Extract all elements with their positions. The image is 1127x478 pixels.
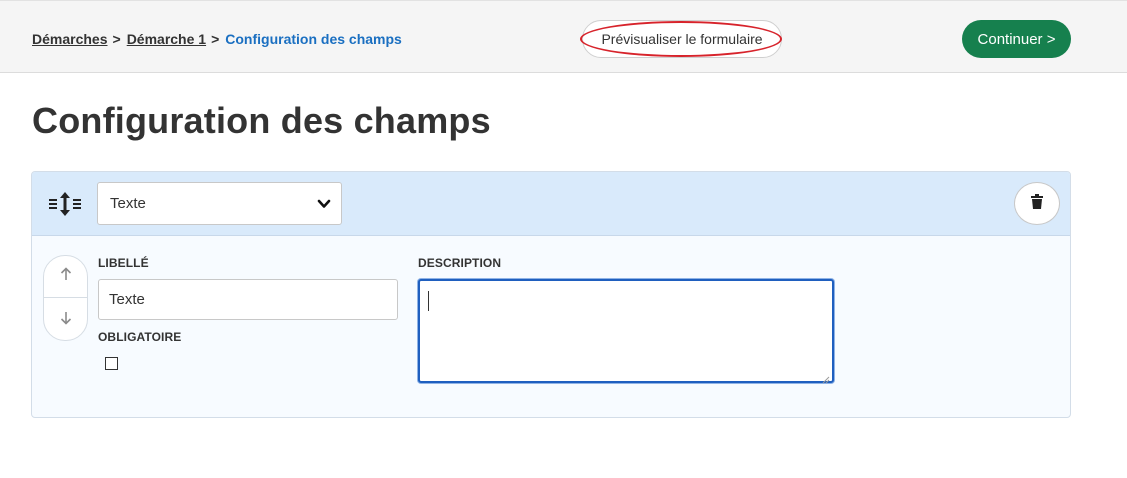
breadcrumb-separator: > (112, 31, 121, 47)
breadcrumb: Démarches > Démarche 1 > Configuration d… (32, 30, 402, 48)
arrow-down-icon (60, 311, 72, 330)
breadcrumb-link-demarches[interactable]: Démarches (32, 31, 108, 47)
delete-field-button[interactable] (1014, 182, 1060, 225)
breadcrumb-current: Configuration des champs (225, 31, 402, 47)
field-card-header: Texte (32, 172, 1070, 236)
breadcrumb-separator: > (211, 31, 220, 47)
field-type-select[interactable]: Texte (97, 182, 342, 225)
arrow-up-icon (60, 267, 72, 286)
required-checkbox[interactable] (105, 357, 118, 370)
move-controls (43, 255, 88, 341)
description-textarea[interactable] (418, 279, 834, 384)
continue-button[interactable]: Continuer > (962, 20, 1071, 58)
field-card: Texte LIBELLÉ Texte OBLIGATOIRE DESCRIPT… (31, 171, 1071, 418)
breadcrumb-link-demarche-1[interactable]: Démarche 1 (127, 31, 206, 47)
page-title: Configuration des champs (32, 100, 491, 141)
required-label: OBLIGATOIRE (98, 330, 182, 344)
trash-icon (1030, 193, 1044, 214)
libelle-input[interactable]: Texte (98, 279, 398, 320)
resize-grip-icon[interactable] (822, 371, 830, 384)
preview-form-button[interactable]: Prévisualiser le formulaire (582, 20, 782, 58)
chevron-down-icon (317, 197, 331, 211)
text-cursor (428, 291, 429, 311)
move-up-button[interactable] (44, 256, 87, 298)
description-label: DESCRIPTION (418, 256, 502, 270)
libelle-label: LIBELLÉ (98, 256, 149, 270)
top-bar: Démarches > Démarche 1 > Configuration d… (0, 0, 1127, 73)
field-type-value: Texte (110, 195, 146, 212)
drag-handle-icon[interactable] (48, 192, 82, 216)
move-down-button[interactable] (44, 299, 87, 341)
